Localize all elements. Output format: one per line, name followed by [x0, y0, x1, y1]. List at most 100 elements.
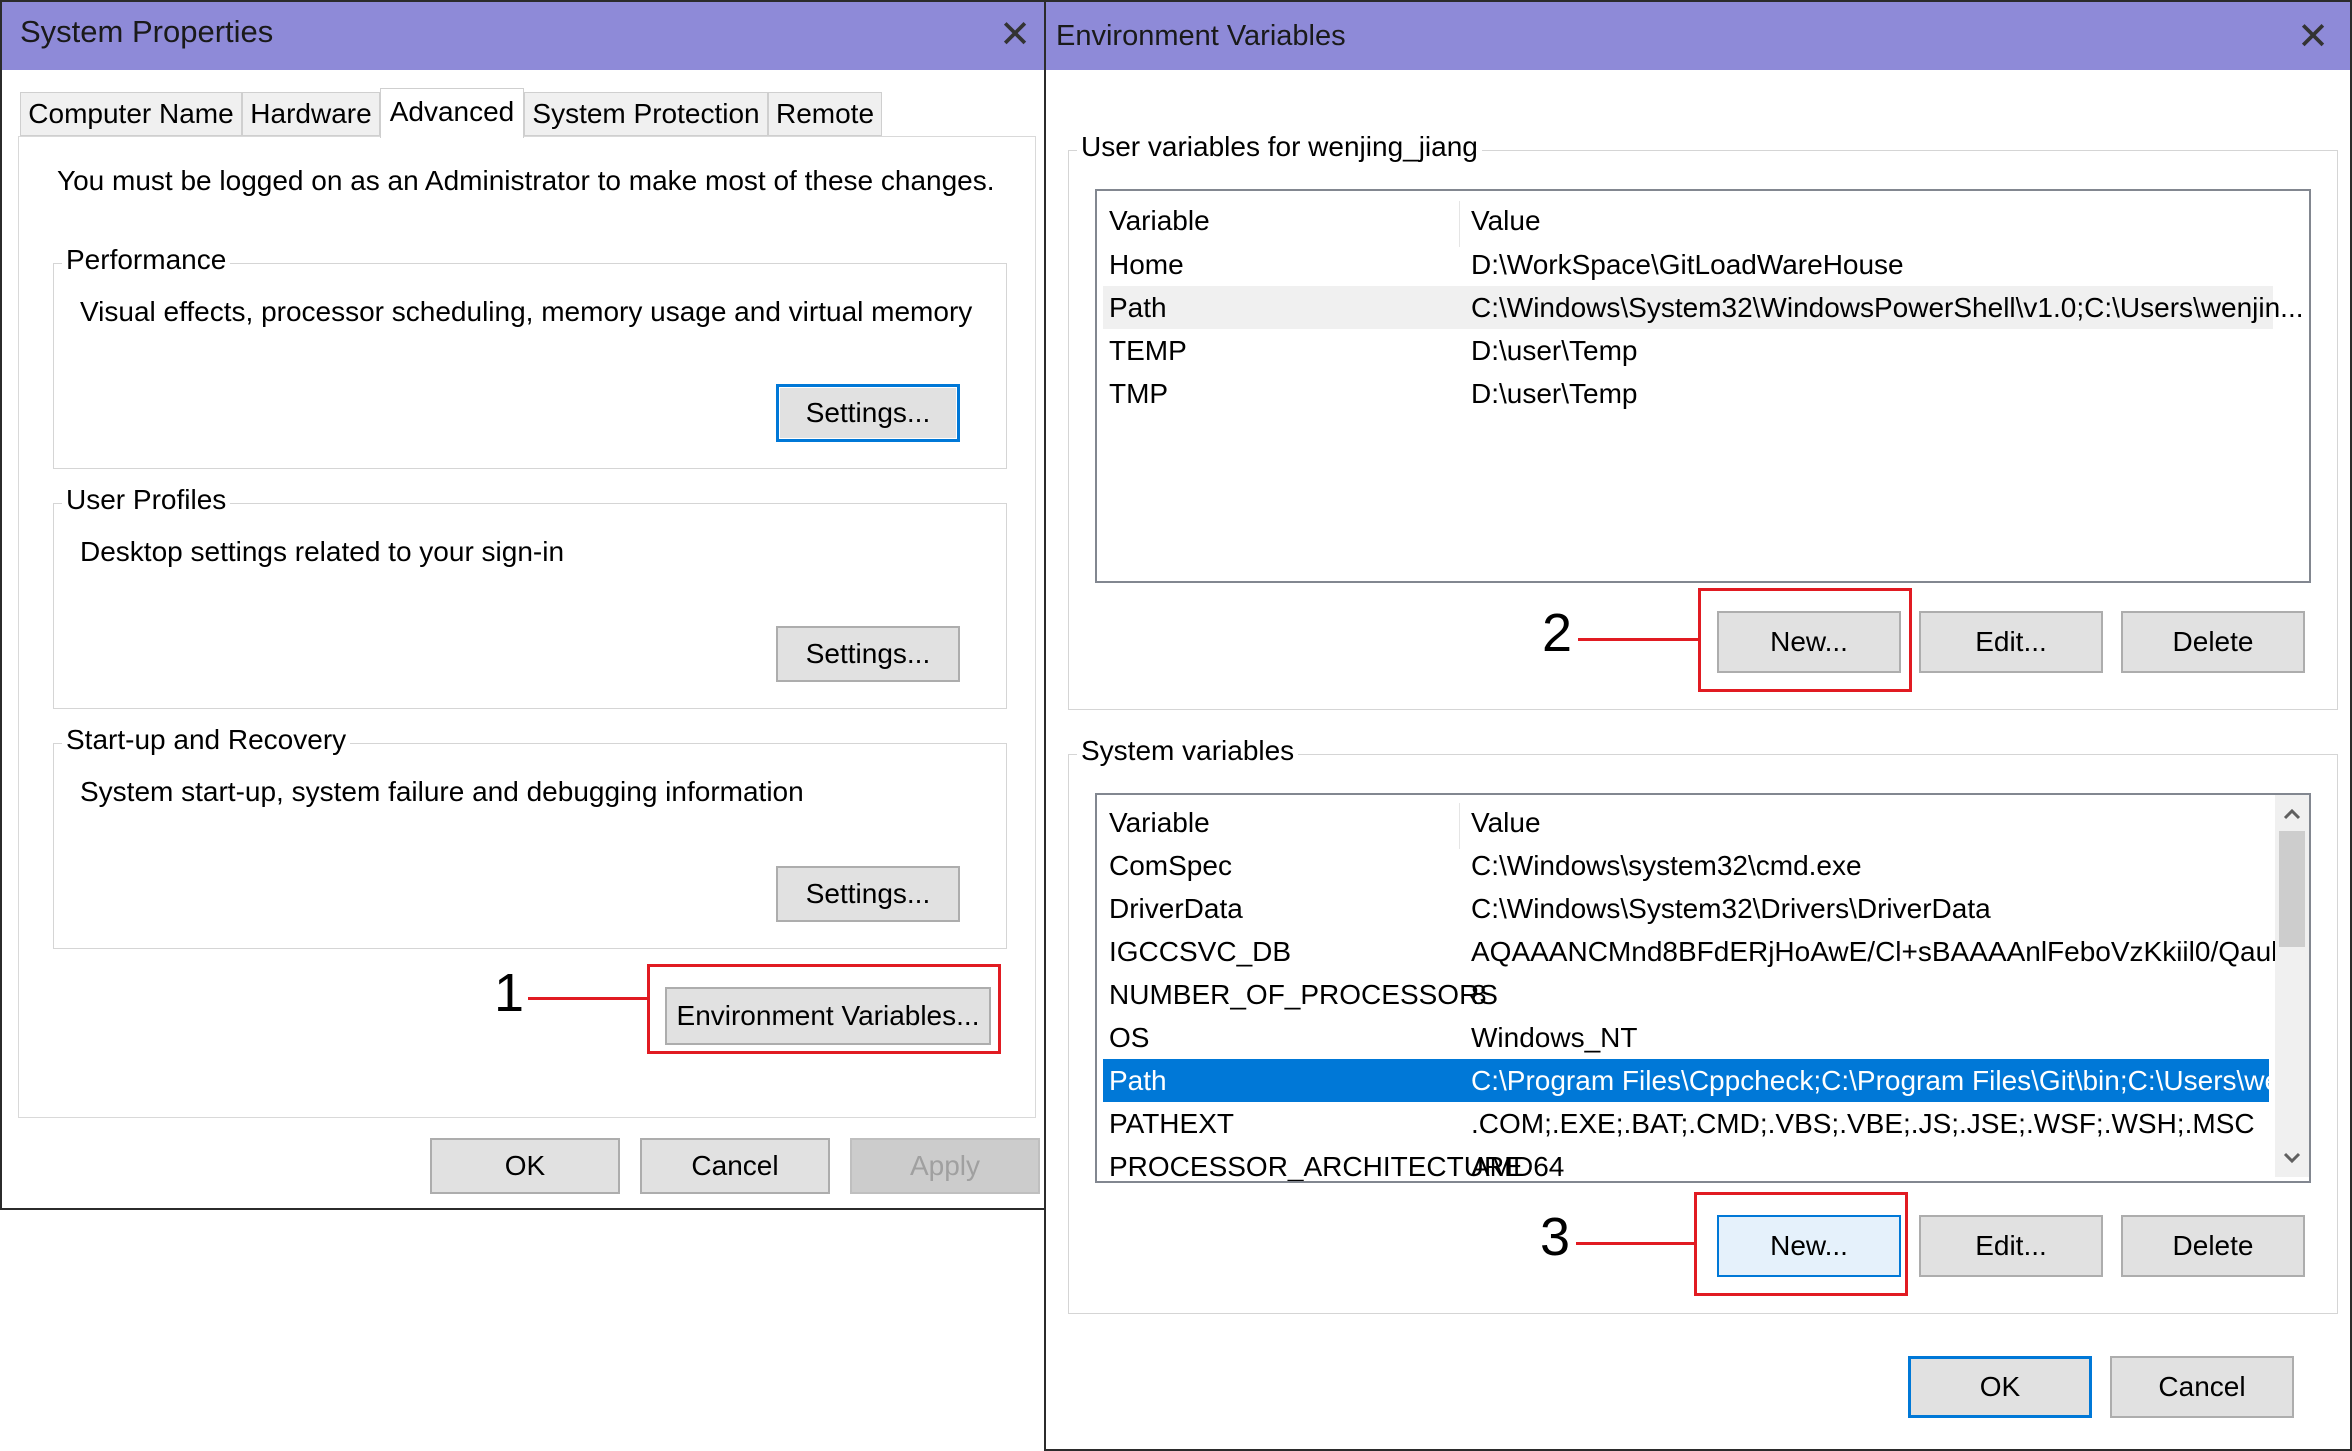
variable-value: C:\Windows\System32\Drivers\DriverData — [1471, 893, 1991, 924]
user-delete-label: Delete — [2172, 626, 2254, 657]
scrollbar-thumb[interactable] — [2279, 831, 2305, 947]
column-header-variable[interactable]: Variable — [1109, 801, 1210, 844]
startup-recovery-settings-label: Settings... — [805, 878, 931, 909]
callout-2-line — [1578, 638, 1700, 641]
variable-name: OS — [1109, 1022, 1150, 1053]
table-row[interactable]: PATHEXT .COM;.EXE;.BAT;.CMD;.VBS;.VBE;.J… — [1103, 1102, 2269, 1145]
callout-3-line — [1576, 1242, 1696, 1245]
vertical-scrollbar[interactable] — [2275, 795, 2309, 1177]
variable-name: Path — [1109, 1065, 1167, 1096]
variable-name: TEMP — [1109, 335, 1187, 366]
variable-value: 8 — [1471, 979, 1487, 1010]
tab-remote[interactable]: Remote — [768, 92, 882, 136]
tab-hardware[interactable]: Hardware — [242, 92, 380, 136]
cancel-label: Cancel — [691, 1150, 779, 1181]
apply-label: Apply — [909, 1150, 981, 1181]
variable-name: TMP — [1109, 378, 1169, 409]
tab-advanced[interactable]: Advanced — [380, 88, 524, 138]
system-list-header: Variable Value — [1103, 801, 2269, 849]
callout-2-highlight — [1698, 588, 1912, 692]
variable-value: C:\Program Files\Cppcheck;C:\Program Fil… — [1471, 1065, 2304, 1096]
table-row[interactable]: IGCCSVC_DB AQAAANCMnd8BFdERjHoAwE/Cl+sBA… — [1103, 930, 2309, 973]
user-edit-button[interactable]: Edit... — [1919, 611, 2103, 673]
user-variables-list[interactable]: Variable Value Home D:\WorkSpace\GitLoad… — [1095, 189, 2311, 583]
table-row[interactable]: ComSpec C:\Windows\system32\cmd.exe — [1103, 844, 2269, 887]
callout-3-highlight — [1694, 1192, 1908, 1296]
scroll-down-icon[interactable] — [2275, 1141, 2309, 1175]
variable-value: AQAAANCMnd8BFdERjHoAwE/Cl+sBAAAAnlFeboVz… — [1471, 936, 2311, 967]
startup-recovery-description: System start-up, system failure and debu… — [80, 776, 804, 807]
callout-3-number: 3 — [1540, 1207, 1571, 1267]
system-variables-list[interactable]: Variable Value ComSpec C:\Windows\system… — [1095, 793, 2311, 1183]
user-list-header: Variable Value — [1103, 199, 2303, 247]
environment-variables-titlebar: Environment Variables ✕ — [1046, 2, 2350, 70]
table-row[interactable]: Path C:\Windows\System32\WindowsPowerShe… — [1103, 286, 2304, 329]
variable-value: C:\Windows\system32\cmd.exe — [1471, 850, 1862, 881]
variable-name: ComSpec — [1109, 850, 1232, 881]
ok-button[interactable]: OK — [430, 1138, 620, 1194]
performance-settings-button[interactable]: Settings... — [776, 384, 960, 442]
table-row-selected[interactable]: Path C:\Program Files\Cppcheck;C:\Progra… — [1103, 1059, 2303, 1102]
variable-value: C:\Windows\System32\WindowsPowerShell\v1… — [1471, 292, 2304, 323]
table-row[interactable]: TMP D:\user\Temp — [1103, 372, 2303, 415]
performance-description: Visual effects, processor scheduling, me… — [80, 296, 973, 327]
variable-value: .COM;.EXE;.BAT;.CMD;.VBS;.VBE;.JS;.JSE;.… — [1471, 1108, 2255, 1139]
column-separator — [1459, 803, 1460, 849]
performance-group: Performance Visual effects, processor sc… — [53, 244, 1007, 469]
tab-system-protection[interactable]: System Protection — [524, 92, 768, 136]
system-delete-button[interactable]: Delete — [2121, 1215, 2305, 1277]
variable-value: D:\WorkSpace\GitLoadWareHouse — [1471, 249, 1904, 280]
variable-name: Path — [1109, 292, 1167, 323]
table-row[interactable]: TEMP D:\user\Temp — [1103, 329, 2303, 372]
column-header-variable[interactable]: Variable — [1109, 199, 1210, 242]
table-row[interactable]: Home D:\WorkSpace\GitLoadWareHouse — [1103, 243, 2303, 286]
env-close-icon[interactable]: ✕ — [2286, 10, 2340, 64]
variable-value: AMD64 — [1471, 1151, 1565, 1182]
user-delete-button[interactable]: Delete — [2121, 611, 2305, 673]
variable-value: D:\user\Temp — [1471, 378, 1638, 409]
callout-1-highlight — [647, 964, 1001, 1054]
table-row[interactable]: NUMBER_OF_PROCESSORS 8 — [1103, 973, 2269, 1016]
callout-1-number: 1 — [494, 963, 525, 1023]
system-delete-label: Delete — [2172, 1230, 2254, 1261]
table-row[interactable]: PROCESSOR_ARCHITECTURE AMD64 — [1103, 1145, 2269, 1182]
window-title: System Properties — [20, 14, 274, 49]
scroll-up-icon[interactable] — [2275, 797, 2309, 831]
user-profiles-description: Desktop settings related to your sign-in — [80, 536, 565, 567]
env-ok-label: OK — [1979, 1371, 2021, 1402]
column-separator — [1459, 201, 1460, 247]
callout-2-number: 2 — [1542, 603, 1573, 663]
tab-computer-name[interactable]: Computer Name — [20, 92, 242, 136]
user-profiles-group: User Profiles Desktop settings related t… — [53, 484, 1007, 709]
env-ok-button[interactable]: OK — [1908, 1356, 2092, 1418]
system-properties-titlebar: System Properties ✕ — [2, 2, 1044, 70]
column-header-value[interactable]: Value — [1471, 801, 1541, 844]
user-edit-label: Edit... — [1975, 626, 2047, 657]
variable-value: D:\user\Temp — [1471, 335, 1638, 366]
system-edit-button[interactable]: Edit... — [1919, 1215, 2103, 1277]
system-variables-legend: System variables — [1077, 735, 1299, 767]
callout-1-line — [528, 997, 648, 1000]
cancel-button[interactable]: Cancel — [640, 1138, 830, 1194]
startup-recovery-settings-button[interactable]: Settings... — [776, 866, 960, 922]
variable-name: PATHEXT — [1109, 1108, 1234, 1139]
startup-recovery-group: Start-up and Recovery System start-up, s… — [53, 724, 1007, 949]
user-variables-legend: User variables for wenjing_jiang — [1077, 131, 1482, 163]
table-row[interactable]: OS Windows_NT — [1103, 1016, 2269, 1059]
env-cancel-label: Cancel — [2158, 1371, 2246, 1402]
startup-recovery-legend: Start-up and Recovery — [62, 724, 351, 756]
variable-name: Home — [1109, 249, 1184, 280]
close-icon[interactable]: ✕ — [988, 8, 1042, 62]
variable-name: IGCCSVC_DB — [1109, 936, 1292, 967]
user-profiles-legend: User Profiles — [62, 484, 231, 516]
variable-value: Windows_NT — [1471, 1022, 1638, 1053]
column-header-value[interactable]: Value — [1471, 199, 1541, 242]
variable-name: NUMBER_OF_PROCESSORS — [1109, 979, 1498, 1010]
user-profiles-settings-label: Settings... — [805, 638, 931, 669]
variable-name: DriverData — [1109, 893, 1243, 924]
env-cancel-button[interactable]: Cancel — [2110, 1356, 2294, 1418]
user-profiles-settings-button[interactable]: Settings... — [776, 626, 960, 682]
apply-button[interactable]: Apply — [850, 1138, 1040, 1194]
performance-legend: Performance — [62, 244, 231, 276]
table-row[interactable]: DriverData C:\Windows\System32\Drivers\D… — [1103, 887, 2269, 930]
